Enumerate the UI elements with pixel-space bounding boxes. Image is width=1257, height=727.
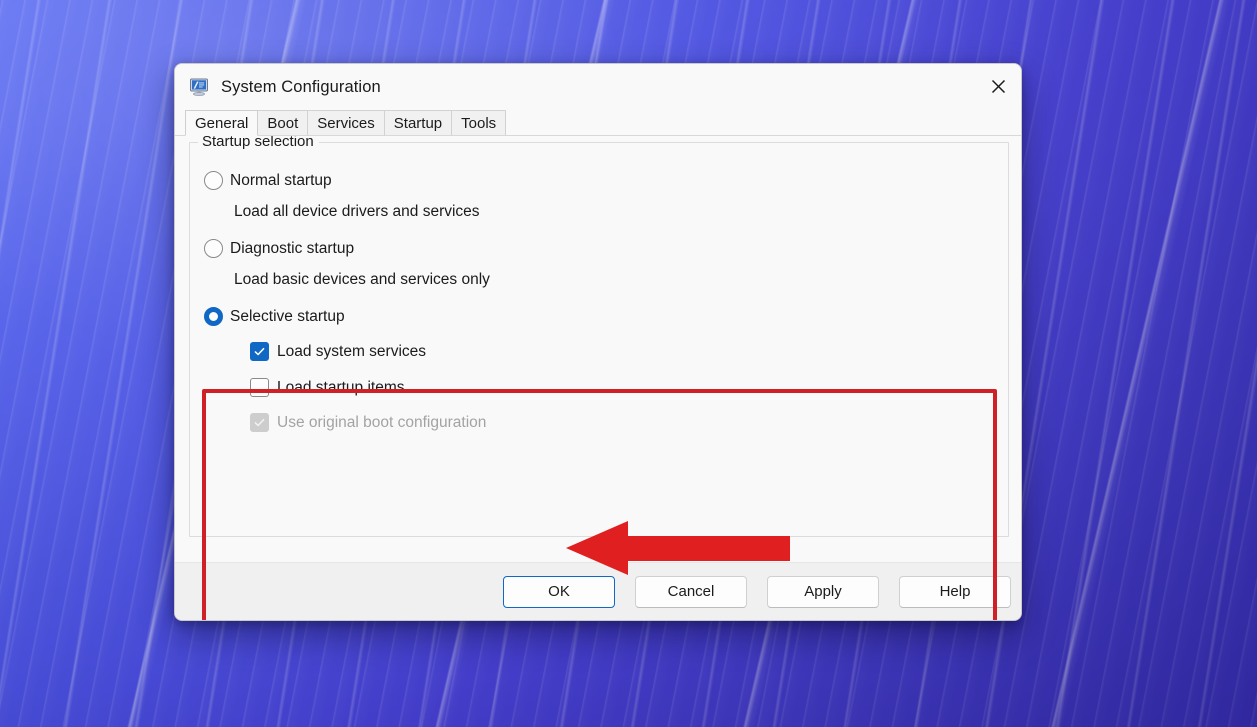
startup-selection-groupbox: Startup selection Normal startup Load al… [189, 133, 1009, 537]
tab-startup-label: Startup [393, 114, 443, 132]
tab-strip: General Boot Services Startup Tools [175, 110, 1021, 136]
tab-tools[interactable]: Tools [451, 110, 507, 136]
system-configuration-dialog: System Configuration General Boot Servic… [174, 63, 1022, 621]
dialog-footer: OK Cancel Apply Help [175, 562, 1021, 620]
checkbox-use-original-boot-configuration-label: Use original boot configuration [277, 413, 487, 431]
checkbox-load-system-services-label: Load system services [277, 342, 427, 360]
checkbox-load-system-services[interactable] [250, 342, 269, 361]
check-row-load-startup-items[interactable]: Load startup items [250, 378, 405, 397]
radio-normal-startup-description: Load all device drivers and services [234, 203, 480, 220]
tab-tools-label: Tools [461, 114, 497, 132]
checkbox-load-startup-items-label: Load startup items [277, 378, 405, 396]
desktop-background: System Configuration General Boot Servic… [0, 0, 1257, 727]
radio-selective-startup[interactable] [204, 307, 223, 326]
radio-normal-startup[interactable] [204, 171, 223, 190]
tab-services-label: Services [317, 114, 375, 132]
checkbox-load-startup-items[interactable] [250, 378, 269, 397]
close-icon[interactable] [975, 64, 1021, 108]
tab-boot[interactable]: Boot [257, 110, 309, 136]
radio-diagnostic-startup-label: Diagnostic startup [230, 239, 355, 257]
tab-boot-label: Boot [267, 114, 299, 132]
help-button[interactable]: Help [899, 575, 1011, 608]
apply-button[interactable]: Apply [767, 575, 879, 608]
radio-normal-startup-label: Normal startup [230, 171, 332, 189]
radio-row-diagnostic-startup[interactable]: Diagnostic startup [204, 239, 354, 258]
general-tab-panel: Startup selection Normal startup Load al… [175, 133, 1021, 620]
system-configuration-monitor-icon [189, 77, 209, 97]
tab-startup[interactable]: Startup [383, 110, 453, 136]
radio-row-selective-startup[interactable]: Selective startup [204, 307, 345, 326]
radio-selective-startup-label: Selective startup [230, 307, 345, 325]
radio-diagnostic-startup[interactable] [204, 239, 223, 258]
dialog-title: System Configuration [221, 77, 381, 96]
tab-general[interactable]: General [185, 110, 259, 136]
cancel-button[interactable]: Cancel [635, 575, 747, 608]
check-row-use-original-boot-configuration: Use original boot configuration [250, 413, 486, 432]
tab-services[interactable]: Services [307, 110, 385, 136]
radio-row-normal-startup[interactable]: Normal startup [204, 171, 332, 190]
radio-diagnostic-startup-description: Load basic devices and services only [234, 271, 490, 288]
tab-general-label: General [195, 114, 249, 132]
dialog-titlebar[interactable]: System Configuration [175, 64, 1021, 110]
check-row-load-system-services[interactable]: Load system services [250, 342, 426, 361]
ok-button[interactable]: OK [503, 575, 615, 608]
checkbox-use-original-boot-configuration [250, 413, 269, 432]
